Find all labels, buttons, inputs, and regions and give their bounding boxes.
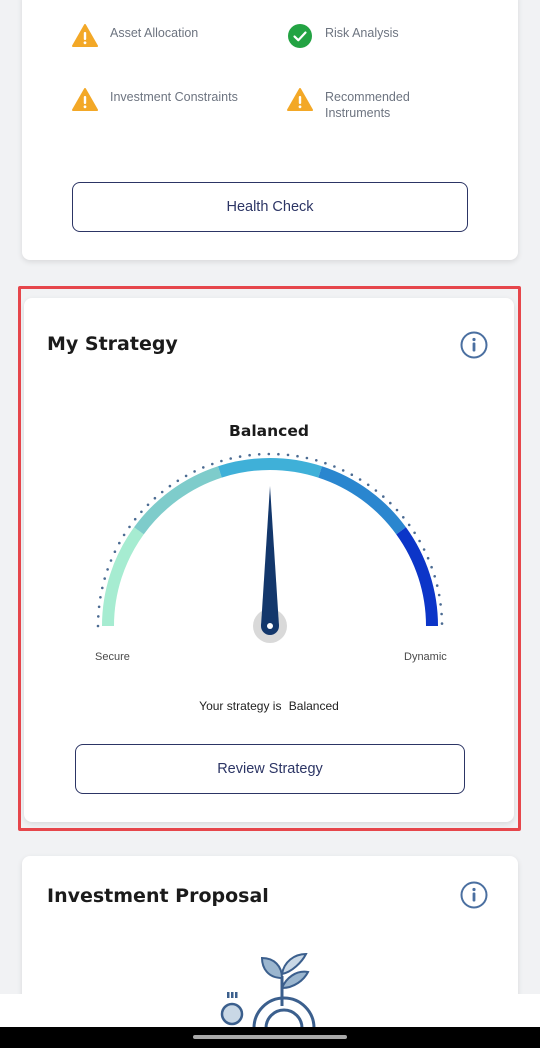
page-background-strip [0,994,22,1027]
gauge-dot [324,461,327,465]
gauge-dot [315,459,318,462]
gauge-dot [350,473,354,476]
gauge-dot [277,452,280,456]
gauge-dot [97,605,101,609]
gauge-dot [333,465,336,468]
gauge-dot [389,501,392,505]
gauge-dot [229,457,232,460]
gauge-dot [122,533,126,537]
growth-plant-icon [220,952,316,1028]
gauge-dot [413,531,416,535]
review-strategy-button[interactable]: Review Strategy [75,744,465,794]
strategy-summary-value: Balanced [288,699,339,713]
gauge-dot [128,525,131,529]
gauge-dot [366,483,370,487]
gauge-dot [106,568,109,571]
gauge-dot [437,593,441,597]
gauge-dot [305,456,309,460]
warning-icon [72,88,98,111]
warning-icon [287,88,313,111]
gauge-dot [160,490,164,494]
gauge-dot [358,478,362,481]
gauge-dot [193,470,196,473]
gauge-dot [113,550,117,553]
gauge-dot [103,577,106,580]
gauge-segment [318,466,406,535]
health-item-label: Risk Analysis [325,26,399,40]
gauge-max-label: Dynamic [404,651,447,663]
strategy-title: My Strategy [47,333,178,355]
strategy-summary: Your strategy is Balanced [24,699,514,713]
health-item-label: Recommended Instruments [325,90,410,120]
gauge-dot [430,565,433,569]
gauge-segment [134,466,222,535]
home-gesture-handle[interactable] [193,1035,347,1039]
gauge-title: Balanced [229,422,309,440]
gauge-dot [220,459,223,463]
page-background-strip [518,994,540,1027]
gauge-dot [153,496,157,500]
proposal-title: Investment Proposal [47,885,269,907]
health-item-asset-allocation: Asset Allocation [72,24,230,49]
gauge-dot [168,484,172,488]
gauge-dot [418,539,421,543]
gauge-dot [184,474,188,478]
gauge-dot [426,556,430,560]
system-navigation-bar [0,1027,540,1048]
gauge-dot [407,523,411,527]
health-item-label: Asset Allocation [110,26,199,40]
needle-pointer [261,486,279,626]
gauge-segment [102,527,144,627]
needle-pin [267,623,273,629]
strategy-summary-prefix: Your strategy is [199,699,282,713]
gauge-dot [440,612,443,616]
gauge-dot [140,510,143,514]
strategy-card: My Strategy Balanced Secure Dynamic Your… [24,298,514,822]
gauge-dot [296,454,299,458]
health-item-label: Investment Constraints [110,90,238,104]
health-item-risk-analysis: Risk Analysis [287,24,445,49]
gauge-dot [176,479,180,483]
gauge-dot [341,469,345,472]
health-item-investment-constraints: Investment Constraints [72,88,260,113]
gauge-dot [422,548,426,551]
gauge-dot [97,615,100,618]
health-check-card: Asset Allocation Risk Analysis Investmen… [22,0,518,260]
gauge-dot [433,575,437,578]
investment-proposal-card: Investment Proposal [22,856,518,1048]
gauge-needle [253,486,287,643]
gauge-dot [395,508,399,512]
gauge-dot [202,466,205,469]
gauge-dot [267,452,271,456]
gauge-min-label: Secure [95,651,130,663]
gauge-dot [435,584,439,587]
warning-icon [72,24,98,47]
info-icon[interactable] [460,881,488,909]
health-check-button[interactable]: Health Check [72,182,468,232]
gauge-segment [218,457,322,478]
gauge-dot [109,559,113,562]
gauge-dot [118,541,121,545]
gauge-dot [146,503,150,507]
gauge-dot [440,622,444,625]
gauge-dot [382,495,385,498]
check-circle-icon [288,24,312,48]
gauge-dot [101,586,104,590]
gauge-dot [374,489,378,492]
health-item-recommended-instruments: Recommended Instruments [287,88,425,121]
gauge-dot [238,455,242,458]
gauge-dot [286,453,290,457]
gauge-dot [96,624,100,628]
gauge-dot [248,453,251,457]
info-icon[interactable] [460,331,488,359]
gauge-segment [396,527,438,627]
strategy-gauge [96,452,444,643]
gauge-dot [211,462,214,466]
gauge-dot [99,596,102,599]
gauge-dot [439,603,442,606]
gauge-dot [133,517,137,521]
gauge-dot [257,453,261,456]
gauge-dot [402,516,405,519]
